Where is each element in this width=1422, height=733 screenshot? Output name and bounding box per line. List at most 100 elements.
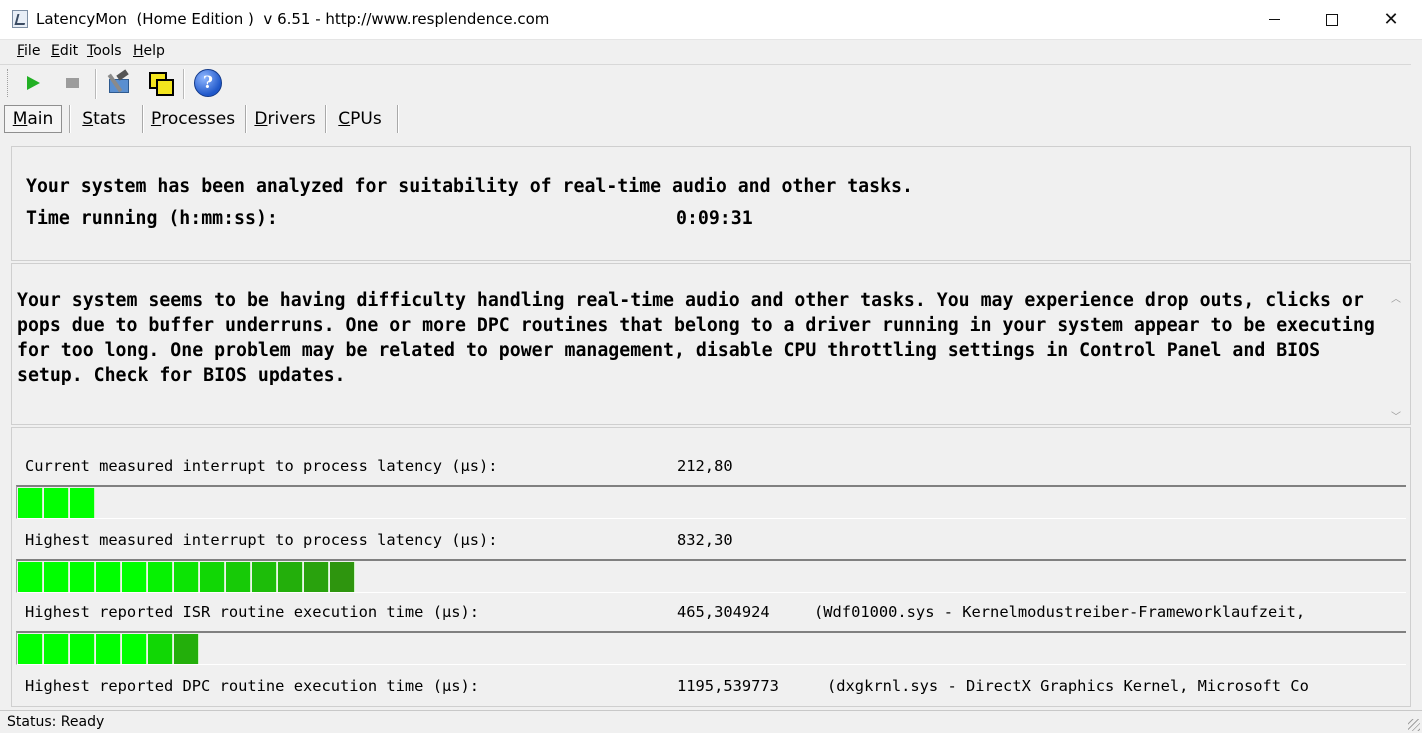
tab-separator [245,105,247,133]
analysis-headline: Your system has been analyzed for suitab… [26,176,913,197]
tab-drivers[interactable]: Drivers [251,105,319,133]
toolbar-separator [95,69,97,99]
meter-segment [226,562,251,592]
start-button[interactable] [18,68,48,98]
menu-tools-label: ools [93,43,122,59]
meter-segment [18,634,43,664]
menu-help[interactable]: Help [133,43,165,59]
meter-segment [278,562,303,592]
window-title: LatencyMon (Home Edition ) v 6.51 - http… [36,10,550,28]
tab-cpus-label: PUs [350,109,382,129]
menu-edit-label: dit [59,43,79,59]
summary-panel: Your system has been analyzed for suitab… [11,146,1411,261]
toolbar-separator [183,69,185,99]
tab-stats-label: tats [93,109,126,129]
tab-separator [325,105,327,133]
tab-main[interactable]: Main [4,105,62,133]
help-icon: ? [194,69,222,97]
highest-latency-bar [16,559,1406,593]
minimize-button[interactable] [1245,0,1303,39]
meter-segment [18,488,43,518]
menu-edit[interactable]: Edit [51,43,78,59]
isr-time-bar [16,631,1406,665]
menu-bar: File Edit Tools Help [0,40,1422,65]
menu-tools[interactable]: Tools [87,43,122,59]
maximize-icon [1326,13,1338,26]
meter-segment [44,562,69,592]
meter-segment [174,562,199,592]
tab-cpus[interactable]: C PUs [332,105,388,133]
isr-time-value: 465,304924 [677,603,770,621]
tab-drivers-label: rivers [267,109,316,129]
meter-segment [44,488,69,518]
meter-segment [96,562,121,592]
meter-segment [96,634,121,664]
description-panel: Your system seems to be having difficult… [11,263,1411,425]
toolbar-grip[interactable] [7,69,11,97]
tab-stats[interactable]: Stats [74,105,134,133]
meter-segment [70,634,95,664]
meter-segment [200,562,225,592]
meter-segment [18,562,43,592]
tab-drivers-mnemonic: D [254,109,268,129]
measurements-panel: Current measured interrupt to process la… [11,427,1411,707]
isr-driver-info: (Wdf01000.sys - Kernelmodustreiber-Frame… [814,603,1306,621]
menu-file[interactable]: File [17,43,40,59]
meter-segment [330,562,355,592]
settings-button[interactable] [104,68,134,98]
windows-button[interactable] [145,68,175,98]
help-button[interactable]: ? [193,68,223,98]
meter-segment [44,634,69,664]
minimize-icon [1268,19,1280,20]
hammer-monitor-icon [107,69,131,95]
toolbar: ? [0,65,1422,102]
meter-segment [148,562,173,592]
tab-cpus-mnemonic: C [338,109,351,129]
meter-segment [70,488,95,518]
highest-latency-value: 832,30 [677,531,733,549]
play-icon [26,76,40,90]
meter-segment [122,562,147,592]
tab-separator [142,105,144,133]
analysis-description[interactable]: Your system seems to be having difficult… [17,288,1382,388]
close-icon: ✕ [1383,8,1399,30]
meter-segment [148,634,173,664]
title-bar: LatencyMon (Home Edition ) v 6.51 - http… [0,0,1422,40]
tab-main-label: ain [27,109,54,129]
window-right-edge [1411,64,1422,710]
menu-file-label: ile [24,43,41,59]
scroll-down-arrow-icon[interactable]: ﹀ [1389,408,1403,423]
resize-grip-icon[interactable] [1408,719,1420,731]
meter-segment [304,562,329,592]
meter-segment [252,562,277,592]
tab-processes[interactable]: Processes [148,105,238,133]
tab-main-mnemonic: M [12,109,28,129]
menu-help-label: elp [143,43,165,59]
tab-stats-mnemonic: S [82,109,94,129]
time-running-value: 0:09:31 [676,208,753,229]
stop-button[interactable] [57,68,87,98]
status-text: Status: Ready [7,714,105,730]
dpc-time-label: Highest reported DPC routine execution t… [25,677,480,695]
current-latency-value: 212,80 [677,457,733,475]
meter-segment [174,634,199,664]
stop-icon [65,78,79,88]
windows-icon [148,71,174,96]
app-icon [12,10,28,28]
menu-edit-mnemonic: E [51,43,60,59]
tab-processes-label: rocesses [161,109,236,129]
highest-latency-label: Highest measured interrupt to process la… [25,531,498,549]
maximize-button[interactable] [1303,0,1361,39]
menu-file-mnemonic: F [17,43,25,59]
dpc-driver-info: (dxgkrnl.sys - DirectX Graphics Kernel, … [827,677,1309,695]
dpc-time-value: 1195,539773 [677,677,779,695]
scroll-up-arrow-icon[interactable]: ︿ [1389,290,1403,305]
current-latency-bar [16,485,1406,519]
status-bar: Status: Ready [0,710,1422,733]
isr-time-label: Highest reported ISR routine execution t… [25,603,480,621]
meter-segment [122,634,147,664]
tab-separator [69,105,71,133]
close-button[interactable]: ✕ [1362,0,1420,39]
current-latency-label: Current measured interrupt to process la… [25,457,498,475]
tab-strip: Main Stats Processes Drivers C PUs [0,102,1422,134]
